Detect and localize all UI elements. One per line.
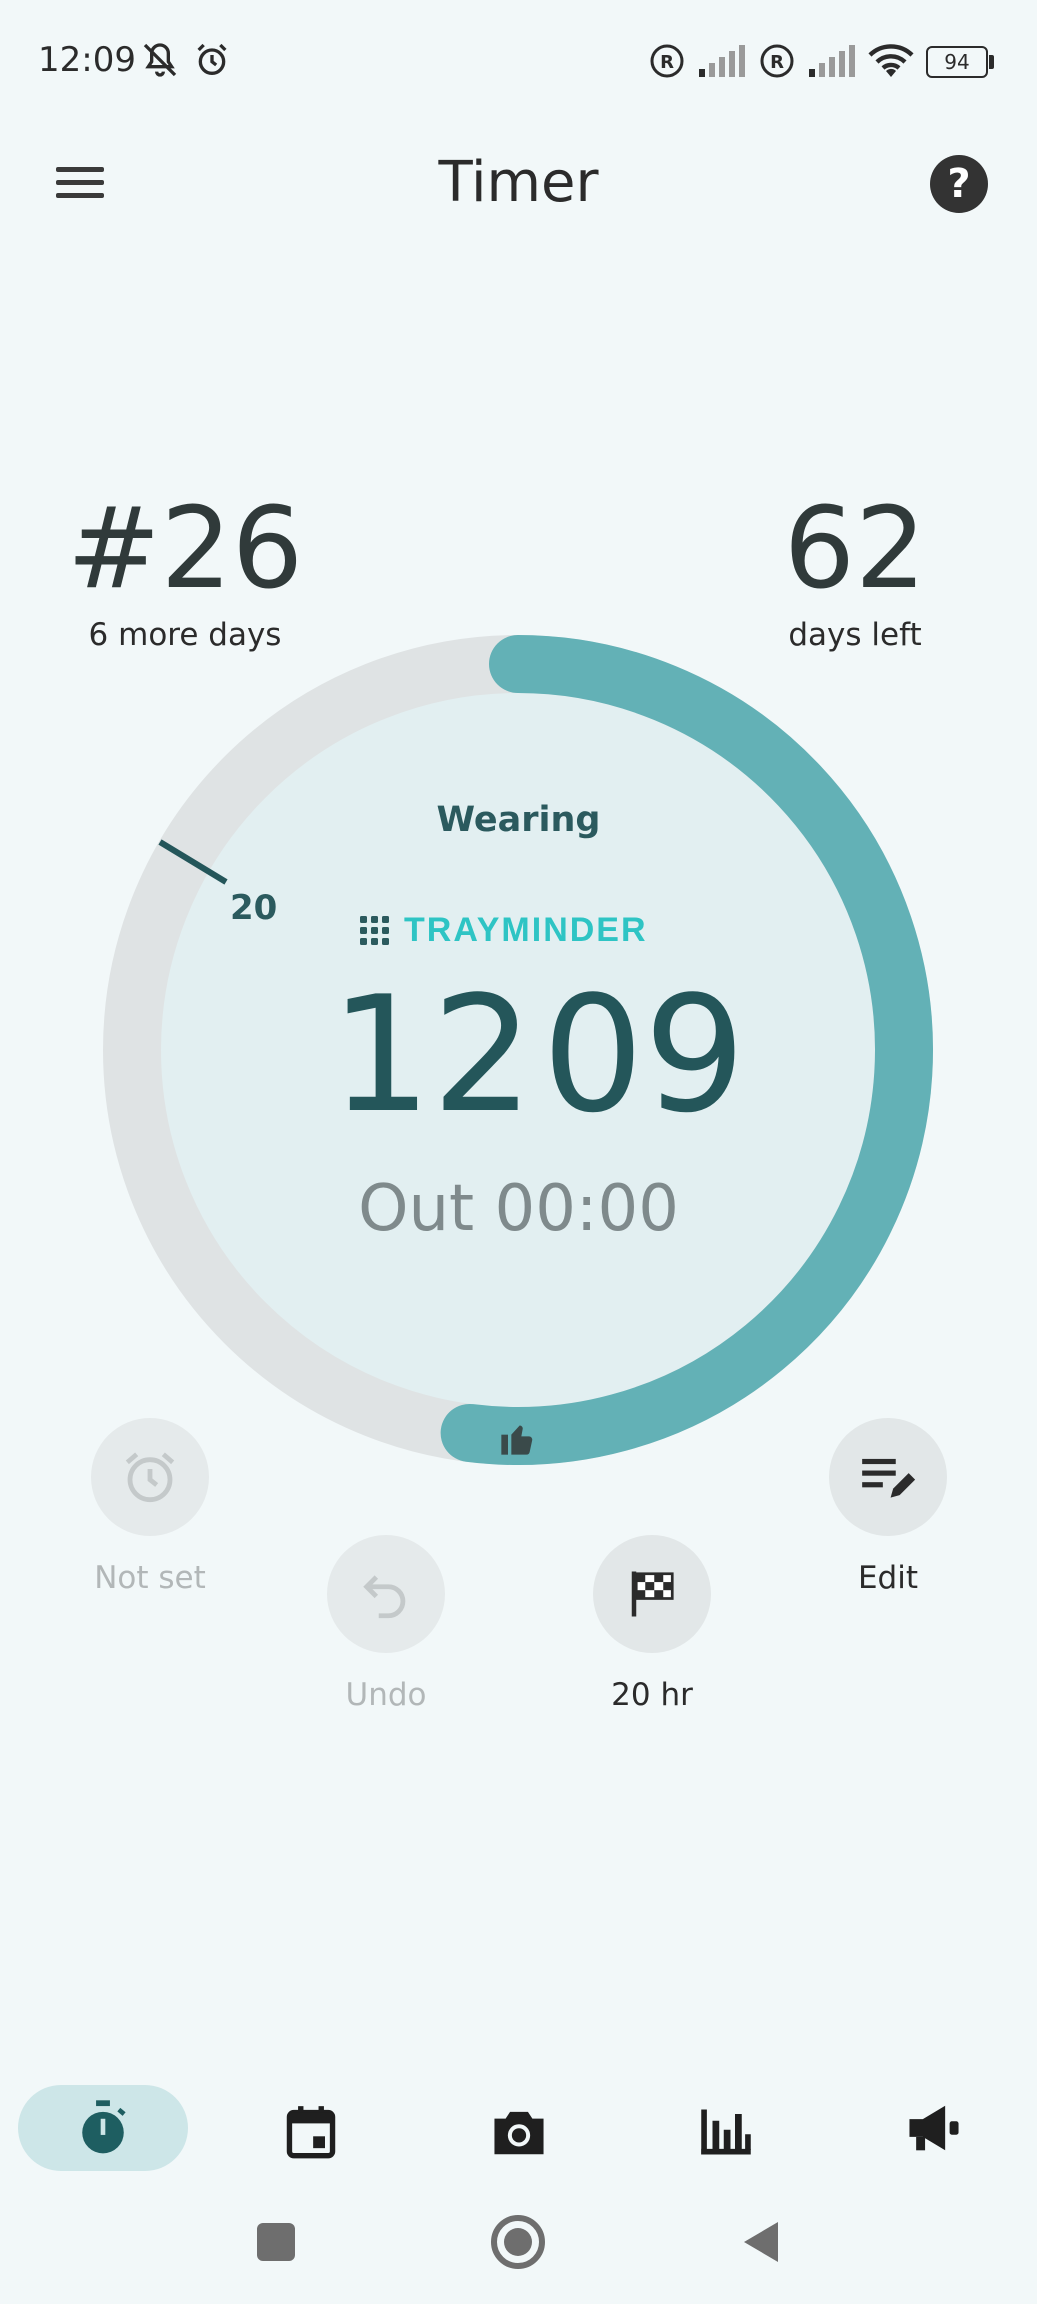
edit-list-icon bbox=[862, 1458, 916, 1498]
brand-logo: TRAYMINDER bbox=[360, 911, 648, 950]
goal-tick-label: 20 bbox=[230, 888, 278, 928]
alarm-clock-icon bbox=[125, 1452, 175, 1503]
timer-hours: 12 bbox=[330, 961, 534, 1148]
timer-icon bbox=[82, 2100, 126, 2154]
undo-icon bbox=[363, 1575, 406, 1619]
recent-apps-button[interactable] bbox=[236, 2202, 316, 2282]
edit-button[interactable] bbox=[829, 1418, 947, 1536]
home-circle-icon bbox=[491, 2215, 545, 2269]
undo-button[interactable] bbox=[327, 1535, 445, 1653]
back-triangle-icon bbox=[744, 2222, 778, 2262]
megaphone-icon bbox=[909, 2105, 959, 2151]
out-time: Out 00:00 bbox=[358, 1172, 679, 1246]
nav-announcements[interactable] bbox=[889, 2083, 979, 2173]
alarm-label: Not set bbox=[94, 1560, 206, 1596]
bar-chart-icon bbox=[701, 2109, 751, 2155]
nav-statistics[interactable] bbox=[681, 2087, 771, 2177]
trayminder-logo-icon bbox=[360, 915, 389, 945]
undo-label: Undo bbox=[345, 1677, 427, 1713]
timer-minutes: 09 bbox=[542, 961, 746, 1148]
alarm-button[interactable] bbox=[91, 1418, 209, 1536]
nav-calendar[interactable] bbox=[266, 2087, 356, 2177]
nav-timer[interactable] bbox=[58, 2083, 148, 2173]
nav-camera[interactable] bbox=[474, 2087, 564, 2177]
camera-icon bbox=[494, 2111, 544, 2155]
square-icon bbox=[257, 2223, 295, 2261]
back-button[interactable] bbox=[720, 2202, 800, 2282]
edit-label: Edit bbox=[857, 1560, 919, 1596]
brand-name: TRAYMINDER bbox=[404, 911, 648, 949]
home-button[interactable] bbox=[478, 2202, 558, 2282]
goal-label: 20 hr bbox=[611, 1677, 693, 1713]
goal-button[interactable] bbox=[593, 1535, 711, 1653]
progress-ring bbox=[103, 635, 933, 1465]
checkered-flag-icon bbox=[631, 1571, 674, 1617]
thumbs-up-icon bbox=[494, 1414, 542, 1462]
calendar-icon bbox=[286, 2106, 336, 2159]
wearing-status: Wearing bbox=[436, 800, 601, 840]
